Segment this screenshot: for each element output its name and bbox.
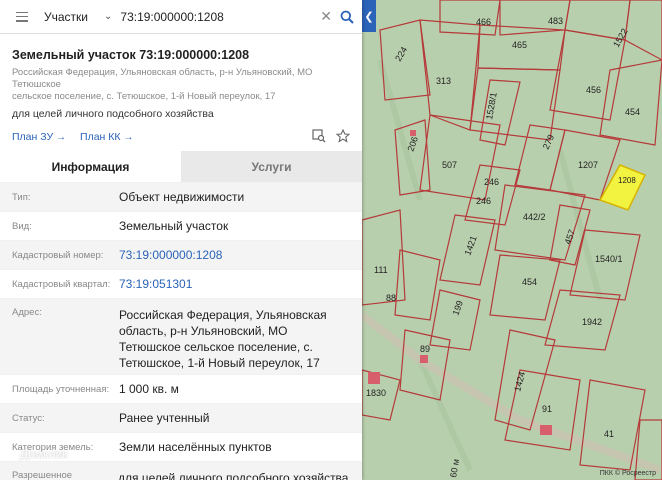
address-line: сельское поселение, с. Тетюшское, 1-й Но… (12, 91, 276, 102)
map-label: 454 (522, 277, 537, 287)
map-label: 454 (625, 107, 640, 117)
map-label: 111 (374, 265, 388, 275)
map-label: 466 (476, 17, 491, 27)
purpose-text: для целей личного подсобного хозяйства (12, 108, 214, 120)
detail-row: Разрешенное использование: для целей лич… (0, 461, 362, 480)
map-label: 483 (548, 16, 563, 26)
map-copyright: ПКК © Росреестр (599, 470, 656, 477)
collapse-panel-button[interactable]: ❮ (362, 0, 376, 32)
detail-value: Объект недвижимости (119, 190, 245, 204)
star-icon[interactable] (335, 128, 351, 146)
plan-links: План ЗУ → План КК → (12, 128, 351, 146)
arrow-right-icon: → (56, 132, 67, 143)
plan-zu-label: План ЗУ (12, 131, 54, 143)
tab-information[interactable]: Информация (0, 151, 181, 182)
tab-services[interactable]: Услуги (181, 151, 362, 182)
map-label: 442/2 (523, 212, 546, 222)
page-title: Земельный участок 73:19:000000:1208 (12, 48, 250, 62)
map-label: 465 (512, 40, 527, 50)
chevron-down-icon[interactable]: ⌄ (104, 11, 112, 22)
map-label: 456 (586, 85, 601, 95)
map-label: 91 (542, 404, 552, 414)
detail-row: Статус: Ранее учтенный (0, 403, 362, 432)
category-select[interactable]: Участки (44, 10, 104, 24)
detail-key: Разрешенное использование: (12, 470, 73, 480)
map-label: 1942 (582, 317, 602, 327)
map-label: 1540/1 (595, 254, 623, 264)
detail-row: Адрес: Российская Федерация, Ульяновская… (0, 298, 362, 374)
tab-bar: Информация Услуги (0, 151, 362, 182)
map-label: 88 (386, 293, 396, 303)
map-label: 246 (484, 177, 499, 187)
map-label: 41 (604, 429, 614, 439)
detail-row: Тип: Объект недвижимости (0, 182, 362, 211)
plan-kk-label: План КК (80, 131, 121, 143)
watermark: Домклик (20, 447, 68, 461)
detail-row: Кадастровый номер: 73:19:000000:1208 (0, 240, 362, 269)
plan-kk-link[interactable]: План КК → (80, 131, 133, 143)
zoom-to-object-icon[interactable] (312, 128, 326, 146)
map-label: 1208 (618, 176, 636, 185)
detail-row: Площадь уточненная: 1 000 кв. м (0, 374, 362, 403)
info-panel: Участки ⌄ ✕ Земельный участок 73:19:0000… (0, 0, 362, 480)
detail-value: Ранее учтенный (119, 411, 210, 425)
detail-row: Кадастровый квартал: 73:19:051301 (0, 269, 362, 298)
map-label: 313 (436, 76, 451, 86)
cadastral-quarter-link[interactable]: 73:19:051301 (119, 276, 362, 292)
detail-key: Тип: (12, 191, 31, 203)
map-label: 507 (442, 160, 457, 170)
map-label: 246 (476, 196, 491, 206)
detail-row: Вид: Земельный участок (0, 211, 362, 240)
parcel-header: Земельный участок 73:19:000000:1208 Росс… (0, 34, 362, 145)
menu-icon[interactable] (16, 11, 28, 22)
arrow-right-icon: → (123, 132, 134, 143)
cadastral-number-link[interactable]: 73:19:000000:1208 (119, 247, 362, 263)
plan-zu-link[interactable]: План ЗУ → (12, 131, 66, 143)
detail-key: Вид: (12, 220, 32, 232)
map-label: 1830 (366, 388, 386, 398)
detail-value: для целей личного подсобного хозяйства (118, 471, 349, 480)
detail-key: Площадь уточненная: (12, 383, 110, 395)
detail-key: Адрес: (12, 307, 42, 318)
details-list: Тип: Объект недвижимости Вид: Земельный … (0, 182, 362, 480)
detail-value: 1 000 кв. м (119, 382, 179, 396)
chevron-left-icon: ❮ (364, 10, 374, 23)
address-line: Российская Федерация, Ульяновская област… (12, 67, 313, 90)
detail-value: Земельный участок (119, 219, 229, 233)
detail-value: Российская Федерация, Ульяновская област… (119, 308, 327, 370)
detail-key: Кадастровый квартал: (12, 278, 111, 290)
detail-value: Земли населённых пунктов (119, 440, 272, 454)
search-icon[interactable] (340, 10, 354, 24)
detail-key: Кадастровый номер: (12, 249, 104, 261)
address-summary: Российская Федерация, Ульяновская област… (12, 67, 350, 103)
clear-icon[interactable]: ✕ (320, 8, 332, 25)
search-input[interactable] (120, 9, 313, 24)
detail-key: Статус: (12, 412, 45, 424)
search-bar: Участки ⌄ ✕ (0, 0, 362, 34)
map-label: 89 (420, 344, 430, 354)
map-label: 1207 (578, 160, 598, 170)
